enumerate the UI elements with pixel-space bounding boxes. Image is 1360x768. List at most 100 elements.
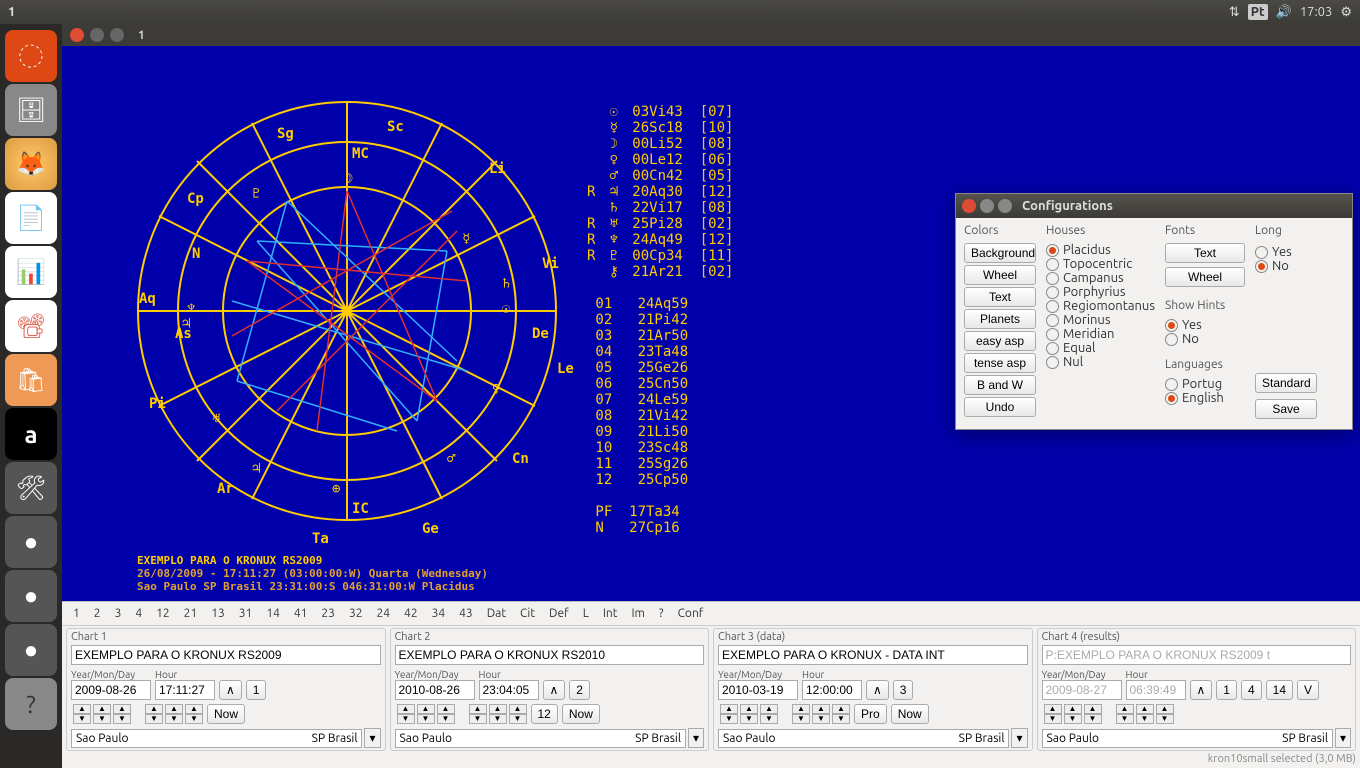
cfg-color-text[interactable]: Text xyxy=(964,287,1036,307)
chart4-btn-14[interactable]: 14 xyxy=(1266,680,1293,700)
chart3-date-dn[interactable]: ▼ xyxy=(720,714,738,724)
cfg-house-topocentric[interactable]: Topocentric xyxy=(1046,257,1155,271)
chart3-time-input[interactable] xyxy=(802,680,862,700)
chart4-name-input[interactable] xyxy=(1042,645,1352,665)
settings-icon[interactable]: 🛠 xyxy=(5,462,57,514)
help-icon[interactable]: ? xyxy=(5,678,57,730)
chevron-down-icon[interactable]: ▾ xyxy=(1335,728,1351,748)
chart3-name-input[interactable] xyxy=(718,645,1028,665)
cfg-house-regiomontanus[interactable]: Regiomontanus xyxy=(1046,299,1155,313)
cfg-hints-no[interactable]: No xyxy=(1165,332,1245,346)
chevron-down-icon[interactable]: ▾ xyxy=(1011,728,1027,748)
files-icon[interactable]: 🗄 xyxy=(5,84,57,136)
tab-31[interactable]: 31 xyxy=(232,604,260,623)
chart3-location-select[interactable]: Sao PauloSP Brasil xyxy=(718,729,1009,748)
tab-13[interactable]: 13 xyxy=(204,604,232,623)
chart1-btn-b[interactable]: 1 xyxy=(246,680,267,700)
chart2-time-input[interactable] xyxy=(479,680,539,700)
chart2-btn-b[interactable]: 2 xyxy=(569,680,590,700)
tab-Def[interactable]: Def xyxy=(542,604,576,623)
chevron-down-icon[interactable]: ▾ xyxy=(364,728,380,748)
network-icon[interactable]: ⇅ xyxy=(1229,5,1240,20)
chart4-btn-v[interactable]: V xyxy=(1297,680,1319,700)
chart4-btn-1[interactable]: 1 xyxy=(1216,680,1237,700)
cfg-house-meridian[interactable]: Meridian xyxy=(1046,327,1155,341)
tab-Int[interactable]: Int xyxy=(596,604,625,623)
tab-21[interactable]: 21 xyxy=(177,604,205,623)
cfg-lang-portug[interactable]: Portug xyxy=(1165,377,1245,391)
tab-42[interactable]: 42 xyxy=(397,604,425,623)
clock[interactable]: 17:03 xyxy=(1300,5,1333,19)
chart4-time-input[interactable] xyxy=(1126,680,1186,700)
cfg-color-undo[interactable]: Undo xyxy=(964,397,1036,417)
calc-icon[interactable]: 📊 xyxy=(5,246,57,298)
tab-Dat[interactable]: Dat xyxy=(480,604,513,623)
cfg-color-planets[interactable]: Planets xyxy=(964,309,1036,329)
tab-24[interactable]: 24 xyxy=(370,604,398,623)
chart1-btn-a[interactable]: ∧ xyxy=(219,680,242,700)
tab-Cit[interactable]: Cit xyxy=(513,604,542,623)
cfg-house-equal[interactable]: Equal xyxy=(1046,341,1155,355)
gear-icon[interactable]: ⚙ xyxy=(1340,5,1352,20)
cfg-long-yes[interactable]: Yes xyxy=(1255,245,1317,259)
chart1-time-input[interactable] xyxy=(155,680,215,700)
cfg-house-morinus[interactable]: Morinus xyxy=(1046,313,1155,327)
cfg-long-no[interactable]: No xyxy=(1255,259,1317,273)
chart2-name-input[interactable] xyxy=(395,645,705,665)
tab-1[interactable]: 1 xyxy=(66,604,87,623)
cfg-maximize-icon[interactable] xyxy=(998,199,1012,213)
software-icon[interactable]: 🛍 xyxy=(5,354,57,406)
impress-icon[interactable]: 📽 xyxy=(5,300,57,352)
cfg-house-porphyrius[interactable]: Porphyrius xyxy=(1046,285,1155,299)
keyboard-indicator[interactable]: Pt xyxy=(1248,4,1268,20)
chart4-btn-4[interactable]: 4 xyxy=(1241,680,1262,700)
minimize-icon[interactable] xyxy=(90,28,104,42)
app-icon-2[interactable]: ● xyxy=(5,570,57,622)
chart3-now-button[interactable]: Now xyxy=(891,704,929,724)
tab-14[interactable]: 14 xyxy=(259,604,287,623)
writer-icon[interactable]: 📄 xyxy=(5,192,57,244)
tab-12[interactable]: 12 xyxy=(149,604,177,623)
cfg-font-wheel[interactable]: Wheel xyxy=(1165,267,1245,287)
chart2-btn-a[interactable]: ∧ xyxy=(543,680,566,700)
chart2-now-button[interactable]: Now xyxy=(562,704,600,724)
cfg-minimize-icon[interactable] xyxy=(980,199,994,213)
chevron-down-icon[interactable]: ▾ xyxy=(688,728,704,748)
cfg-font-text[interactable]: Text xyxy=(1165,243,1245,263)
tab-41[interactable]: 41 xyxy=(287,604,315,623)
tab-32[interactable]: 32 xyxy=(342,604,370,623)
tab-?[interactable]: ? xyxy=(652,604,671,623)
chart1-location-select[interactable]: Sao PauloSP Brasil xyxy=(71,729,362,748)
tab-3[interactable]: 3 xyxy=(108,604,129,623)
chart4-btn-a[interactable]: ∧ xyxy=(1190,680,1213,700)
cfg-color-background[interactable]: Background xyxy=(964,243,1036,263)
chart2-location-select[interactable]: Sao PauloSP Brasil xyxy=(395,729,686,748)
cfg-house-nul[interactable]: Nul xyxy=(1046,355,1155,369)
chart1-name-input[interactable] xyxy=(71,645,381,665)
app-icon-3[interactable]: ● xyxy=(5,624,57,676)
firefox-icon[interactable]: 🦊 xyxy=(5,138,57,190)
tab-23[interactable]: 23 xyxy=(314,604,342,623)
cfg-lang-english[interactable]: English xyxy=(1165,391,1245,405)
chart4-location-select[interactable]: Sao PauloSP Brasil xyxy=(1042,729,1333,748)
tab-L[interactable]: L xyxy=(576,604,596,623)
cfg-save-button[interactable]: Save xyxy=(1255,399,1317,419)
chart4-date-dn[interactable]: ▼ xyxy=(1044,714,1062,724)
chart3-btn-b[interactable]: 3 xyxy=(893,680,914,700)
chart4-date-input[interactable] xyxy=(1042,680,1122,700)
chart2-date-up[interactable]: ▲ xyxy=(397,704,415,714)
chart1-date-input[interactable] xyxy=(71,680,151,700)
cfg-close-icon[interactable] xyxy=(962,199,976,213)
cfg-color-b and w[interactable]: B and W xyxy=(964,375,1036,395)
chart2-btn-c[interactable]: 12 xyxy=(531,704,558,724)
chart1-now-button[interactable]: Now xyxy=(207,704,245,724)
tab-43[interactable]: 43 xyxy=(452,604,480,623)
chart3-date-input[interactable] xyxy=(718,680,798,700)
chart3-date-up[interactable]: ▲ xyxy=(720,704,738,714)
cfg-standard-button[interactable]: Standard xyxy=(1255,373,1317,393)
cfg-color-tense asp[interactable]: tense asp xyxy=(964,353,1036,373)
ubuntu-dash-icon[interactable]: ◌ xyxy=(5,30,57,82)
chart1-date-up[interactable]: ▲ xyxy=(73,704,91,714)
tab-4[interactable]: 4 xyxy=(128,604,149,623)
tab-Conf[interactable]: Conf xyxy=(671,604,711,623)
